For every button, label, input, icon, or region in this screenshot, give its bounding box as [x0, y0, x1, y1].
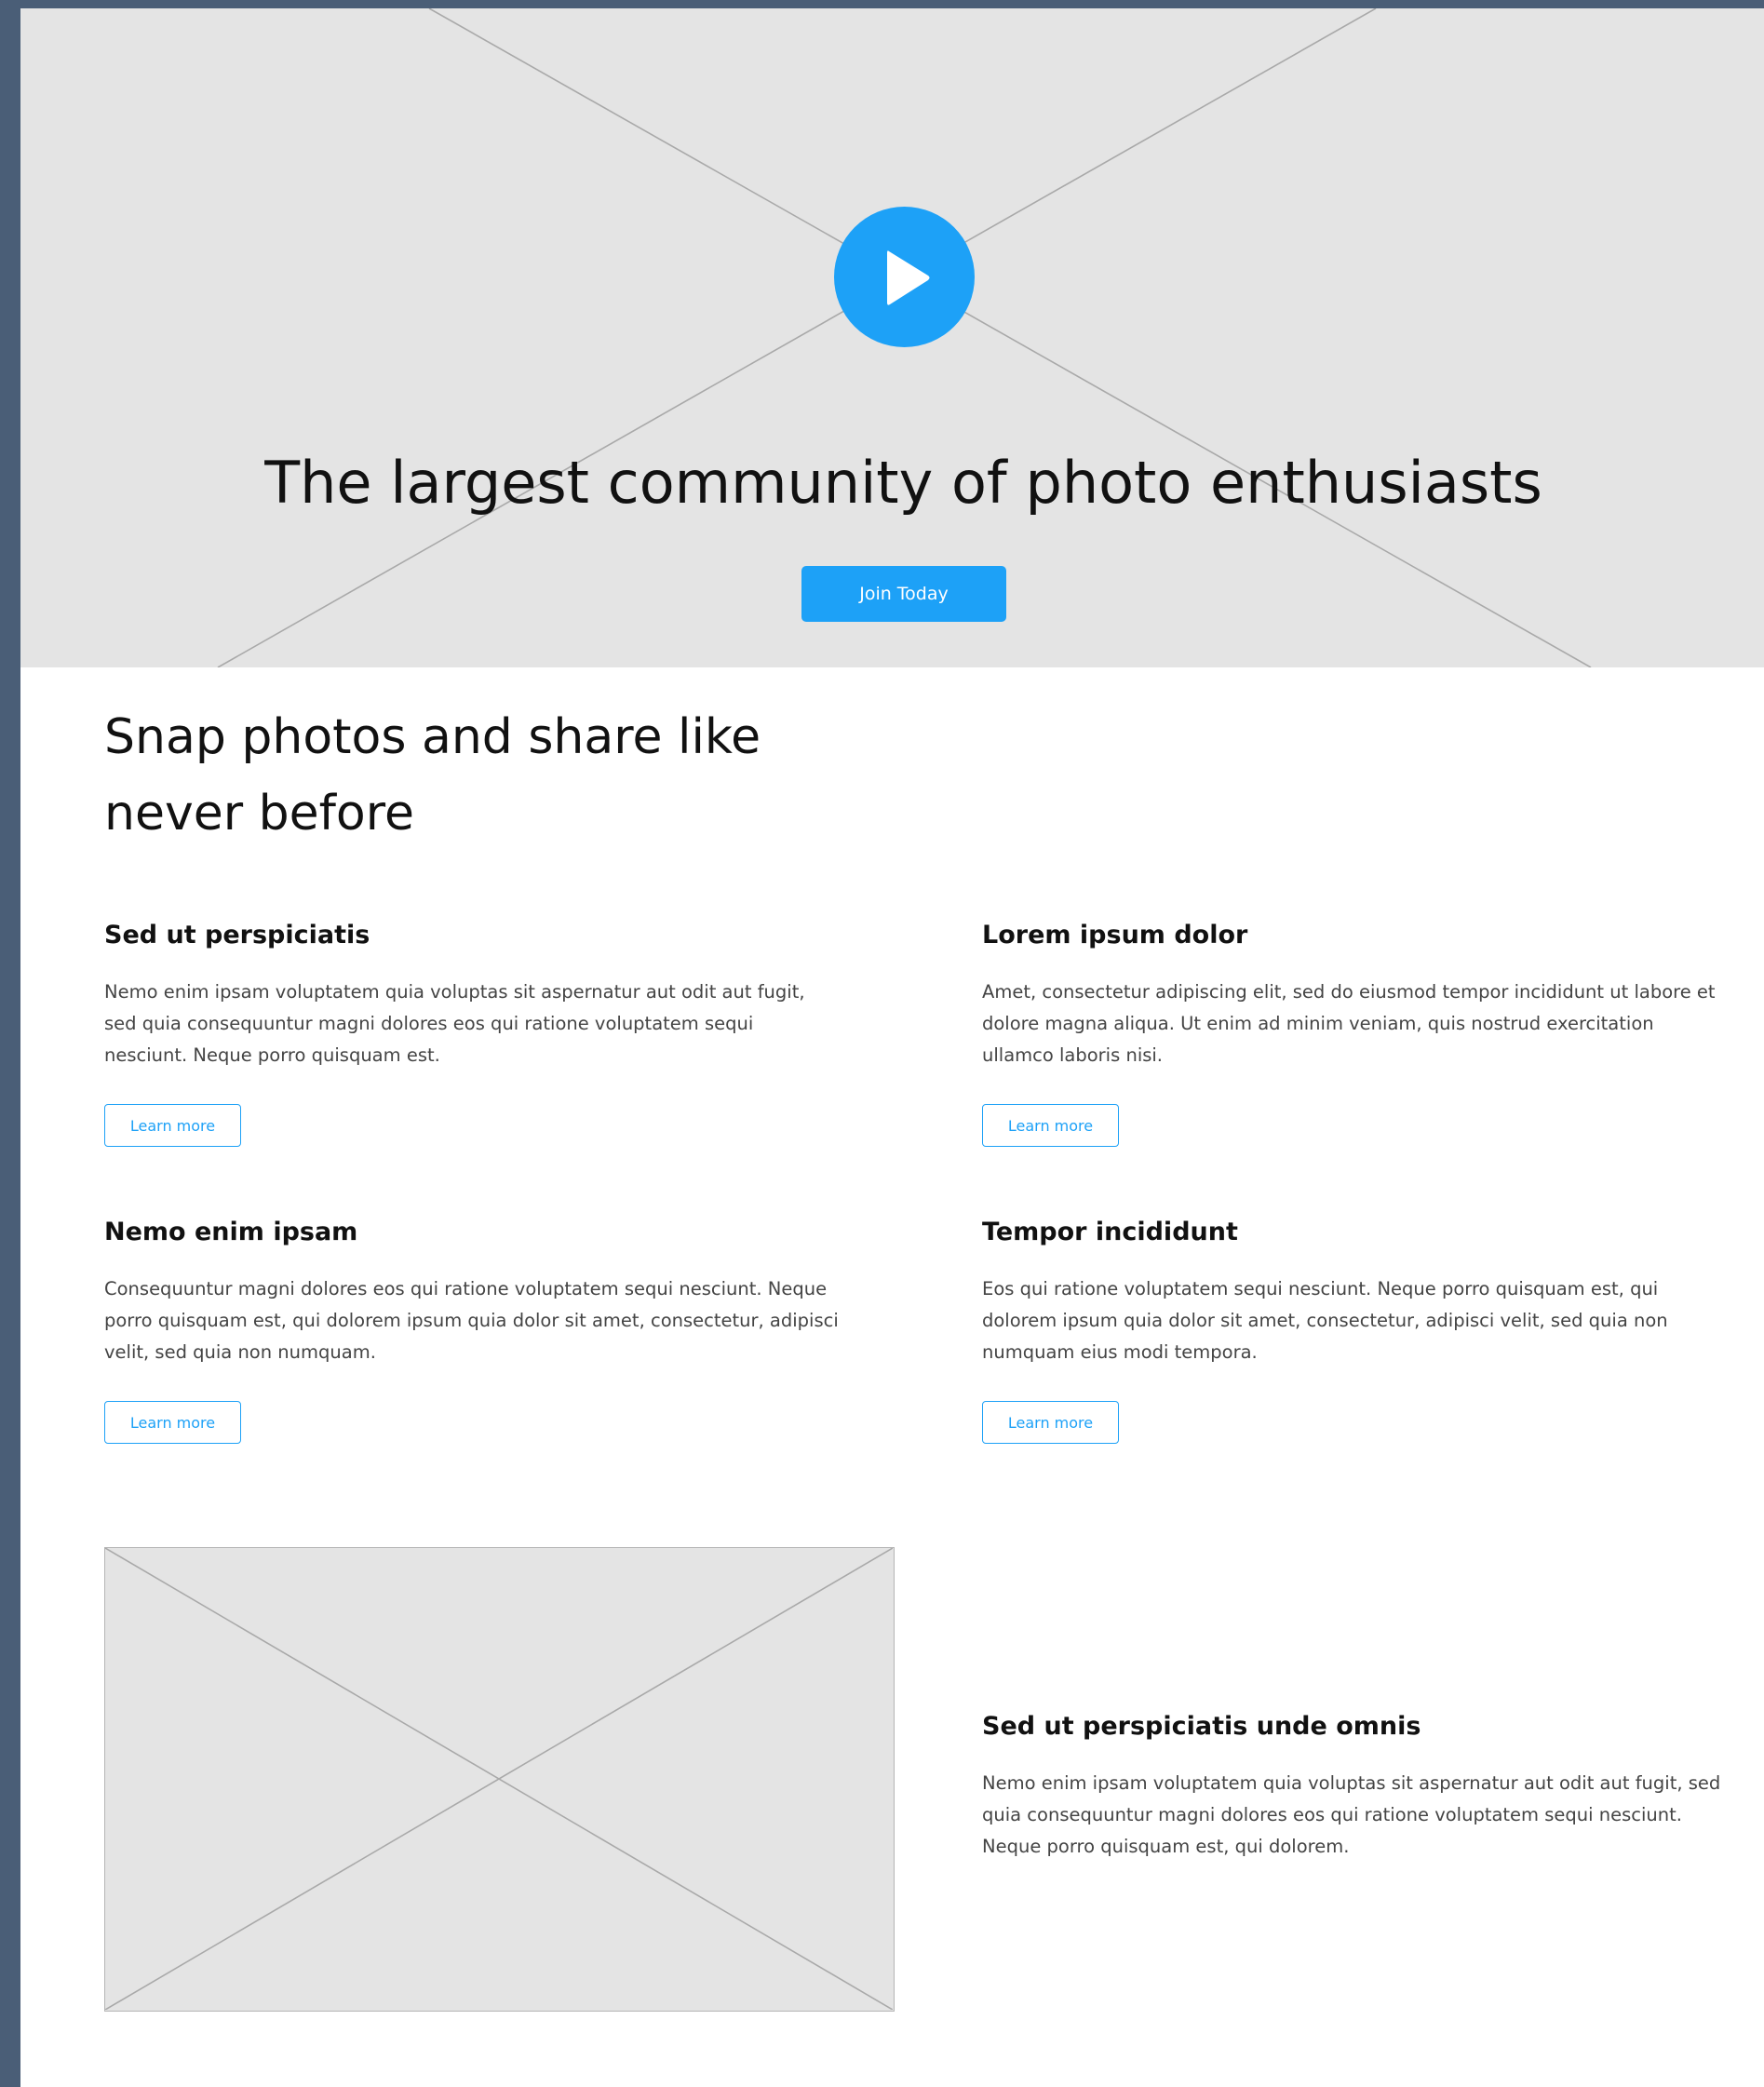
feature-card: Nemo enim ipsam Consequuntur magni dolor… — [104, 1216, 840, 1444]
section-title: Snap photos and share like never before — [104, 699, 812, 852]
feature-title: Nemo enim ipsam — [104, 1218, 358, 1246]
feature-title: Sed ut perspiciatis — [104, 921, 370, 949]
page-canvas: The largest community of photo enthusias… — [20, 8, 1764, 2087]
play-video-button[interactable] — [834, 207, 975, 347]
image-placeholder-icon — [105, 1548, 893, 2010]
feature-card: Lorem ipsum dolor Amet, consectetur adip… — [982, 919, 1717, 1147]
learn-more-button[interactable]: Learn more — [982, 1401, 1119, 1444]
media-section-title: Sed ut perspiciatis unde omnis — [982, 1712, 1421, 1741]
hero-section: The largest community of photo enthusias… — [20, 8, 1764, 667]
feature-card: Sed ut perspiciatis Nemo enim ipsam volu… — [104, 919, 840, 1147]
feature-description: Eos qui ratione voluptatem sequi nesciun… — [982, 1278, 1668, 1363]
section-title-line-2: never before — [104, 786, 414, 842]
learn-more-button[interactable]: Learn more — [104, 1104, 241, 1147]
feature-title: Tempor incididunt — [982, 1218, 1238, 1246]
join-today-button[interactable]: Join Today — [801, 566, 1006, 622]
media-section-description: Nemo enim ipsam voluptatem quia voluptas… — [982, 1772, 1721, 1857]
play-icon — [887, 250, 930, 305]
image-placeholder — [104, 1547, 895, 2012]
learn-more-button[interactable]: Learn more — [104, 1401, 241, 1444]
hero-title: The largest community of photo enthusias… — [264, 449, 1542, 517]
feature-description: Nemo enim ipsam voluptatem quia voluptas… — [104, 981, 805, 1066]
learn-more-button[interactable]: Learn more — [982, 1104, 1119, 1147]
feature-card: Tempor incididunt Eos qui ratione volupt… — [982, 1216, 1717, 1444]
feature-title: Lorem ipsum dolor — [982, 921, 1248, 949]
section-title-line-1: Snap photos and share like — [104, 709, 761, 765]
feature-description: Consequuntur magni dolores eos qui ratio… — [104, 1278, 839, 1363]
feature-description: Amet, consectetur adipiscing elit, sed d… — [982, 981, 1716, 1066]
media-section-text: Sed ut perspiciatis unde omnis Nemo enim… — [982, 1710, 1727, 1857]
